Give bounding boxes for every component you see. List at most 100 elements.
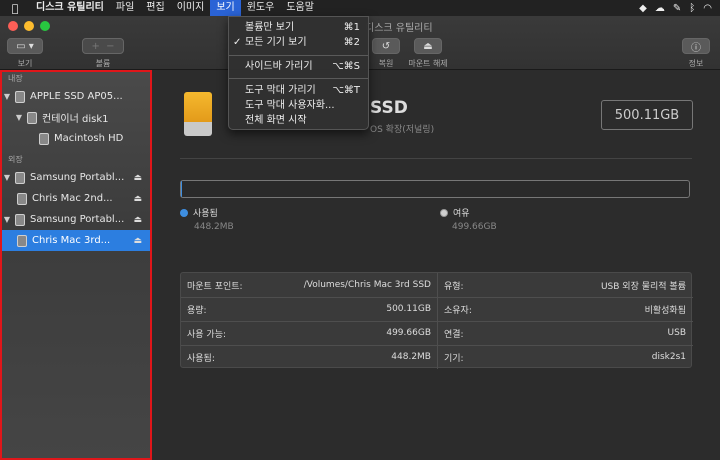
- sidebar-section-external: 외장: [8, 155, 23, 164]
- internal-disk-icon: [15, 90, 25, 103]
- info-value: 비활성화됨: [644, 305, 686, 316]
- info-key: 용량:: [187, 305, 207, 316]
- menu-app[interactable]: 디스크 유틸리티: [30, 0, 110, 16]
- menu-image[interactable]: 이미지: [171, 0, 211, 16]
- unmount-label: 마운트 해제: [408, 59, 448, 68]
- external-disk-icon: [15, 213, 25, 226]
- sidebar-item-samsung-2[interactable]: ▼ Samsung Portabl... ⏏: [2, 209, 150, 230]
- info-key: 소유자:: [444, 305, 472, 316]
- dropbox-icon[interactable]: ◆: [639, 3, 647, 14]
- info-key: 연결:: [444, 329, 464, 340]
- free-color-dot: [440, 208, 448, 217]
- menu-file[interactable]: 파일: [110, 0, 140, 16]
- info-row-owners: 소유자: 비활성화됨: [438, 297, 692, 321]
- info-value: disk2s1: [651, 352, 686, 362]
- sidebar: 내장 ▼ APPLE SSD AP05... ▼ 컨테이너 disk1 Maci…: [0, 70, 152, 460]
- row-divider: [181, 321, 693, 322]
- menu-item-customize-toolbar[interactable]: 도구 막대 사용자화...: [229, 98, 368, 113]
- sidebar-item-label: 컨테이너 disk1: [42, 114, 109, 125]
- menu-item-shortcut: ⌘1: [343, 22, 360, 33]
- used-label: 사용됨: [193, 209, 218, 219]
- bluetooth-icon[interactable]: ᛒ: [689, 3, 695, 14]
- volume-format: OS 확장(저널링): [370, 125, 435, 135]
- menu-help[interactable]: 도움말: [280, 0, 320, 16]
- menu-item-shortcut: ⌥⌘S: [332, 61, 360, 72]
- disclosure-triangle-icon[interactable]: ▼: [2, 215, 12, 224]
- menu-bar:  디스크 유틸리티 파일 편집 이미지 보기 윈도우 도움말 ◆ ☁ ✎ ᛒ …: [0, 0, 720, 16]
- used-color-dot: [180, 208, 188, 217]
- volume-name: SSD: [370, 98, 408, 118]
- row-divider: [181, 297, 693, 298]
- eject-icon[interactable]: ⏏: [133, 215, 142, 225]
- sidebar-item-apple-ssd[interactable]: ▼ APPLE SSD AP05...: [2, 86, 150, 107]
- volume-icon: [17, 234, 27, 247]
- volume-icon: [39, 132, 49, 145]
- menu-separator: [229, 55, 368, 56]
- info-value: 499.66GB: [386, 328, 431, 338]
- sidebar-item-label: APPLE SSD AP05...: [30, 91, 123, 102]
- menu-item-label: 전체 화면 시작: [245, 115, 307, 126]
- menu-item-shortcut: ⌘2: [343, 37, 360, 48]
- info-row-used: 사용됨: 448.2MB: [181, 345, 437, 369]
- menu-item-label: 볼륨만 보기: [245, 22, 295, 33]
- menu-item-label: 사이드바 가리기: [245, 61, 313, 72]
- eject-icon[interactable]: ⏏: [133, 173, 142, 183]
- info-key: 유형:: [444, 281, 464, 292]
- sidebar-item-label: Macintosh HD: [54, 133, 124, 144]
- sidebar-item-label: Samsung Portabl...: [30, 214, 125, 225]
- info-button[interactable]: ⓘ: [682, 38, 710, 54]
- info-row-connection: 연결: USB: [438, 321, 692, 345]
- menu-view[interactable]: 보기: [210, 0, 241, 16]
- menu-item-label: 모든 기기 보기: [245, 37, 307, 48]
- eject-icon[interactable]: ⏏: [133, 194, 142, 204]
- eject-icon[interactable]: ⏏: [133, 236, 142, 246]
- sidebar-item-label: Chris Mac 2nd...: [32, 193, 113, 204]
- usage-bar: [180, 180, 690, 198]
- restore-icon: ↺: [381, 40, 391, 52]
- plus-icon: + −: [91, 40, 115, 52]
- menu-item-label: 도구 막대 사용자화...: [245, 100, 335, 111]
- menu-item-all-devices[interactable]: ✓ 모든 기기 보기 ⌘2: [229, 35, 368, 50]
- view-button[interactable]: ▭ ▾: [7, 38, 43, 54]
- info-row-available: 사용 가능: 499.66GB: [181, 321, 437, 345]
- menu-item-hide-sidebar[interactable]: 사이드바 가리기 ⌥⌘S: [229, 59, 368, 74]
- menu-window[interactable]: 윈도우: [241, 0, 281, 16]
- view-label: 보기: [17, 59, 33, 68]
- menu-item-volumes-only[interactable]: 볼륨만 보기 ⌘1: [229, 20, 368, 35]
- external-drive-icon: [184, 92, 212, 136]
- menu-item-shortcut: ⌥⌘T: [332, 85, 360, 96]
- sidebar-item-macintosh-hd[interactable]: Macintosh HD: [2, 128, 150, 149]
- zoom-window-button[interactable]: [40, 21, 50, 31]
- disclosure-triangle-icon[interactable]: ▼: [2, 173, 12, 182]
- menu-item-enter-full-screen[interactable]: 전체 화면 시작: [229, 113, 368, 128]
- info-key: 마운트 포인트:: [187, 281, 243, 292]
- info-value: USB: [667, 328, 686, 338]
- menu-separator: [229, 78, 368, 79]
- volume-add-remove-button[interactable]: + −: [82, 38, 124, 54]
- sidebar-item-samsung-1[interactable]: ▼ Samsung Portabl... ⏏: [2, 167, 150, 188]
- close-window-button[interactable]: [8, 21, 18, 31]
- free-value: 499.66GB: [452, 222, 497, 232]
- menu-item-hide-toolbar[interactable]: 도구 막대 가리기 ⌥⌘T: [229, 83, 368, 98]
- disclosure-triangle-icon[interactable]: ▼: [14, 113, 24, 122]
- legend-free: 여유: [440, 206, 470, 219]
- sidebar-item-chris-mac-2nd[interactable]: Chris Mac 2nd... ⏏: [2, 188, 150, 209]
- info-value: /Volumes/Chris Mac 3rd SSD: [303, 280, 431, 290]
- sidebar-item-container[interactable]: ▼ 컨테이너 disk1: [2, 107, 150, 128]
- volume-size: 500.11GB: [601, 100, 693, 130]
- info-row-capacity: 용량: 500.11GB: [181, 297, 437, 321]
- used-value: 448.2MB: [194, 222, 234, 232]
- sidebar-item-chris-mac-3rd[interactable]: Chris Mac 3rd... ⏏: [2, 230, 150, 251]
- info-icon: ⓘ: [691, 42, 701, 54]
- restore-button[interactable]: ↺: [372, 38, 400, 54]
- info-key: 사용 가능:: [187, 329, 227, 340]
- apple-menu-icon[interactable]: : [0, 2, 30, 15]
- free-label: 여유: [453, 209, 470, 219]
- disclosure-triangle-icon[interactable]: ▼: [2, 92, 12, 101]
- wifi-icon[interactable]: ◠: [703, 3, 712, 14]
- tool-icon[interactable]: ✎: [673, 3, 681, 14]
- minimize-window-button[interactable]: [24, 21, 34, 31]
- menu-edit[interactable]: 편집: [140, 0, 170, 16]
- unmount-button[interactable]: ⏏: [414, 38, 442, 54]
- cloud-icon[interactable]: ☁: [655, 3, 665, 14]
